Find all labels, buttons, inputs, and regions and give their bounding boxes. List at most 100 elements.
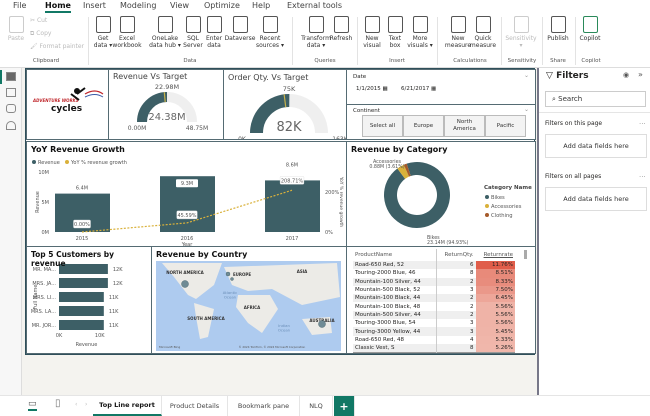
menu-view[interactable]: View (170, 1, 189, 10)
sensitivity-button[interactable]: Sensitivity ▾ (505, 16, 537, 49)
menu-modeling[interactable]: Modeling (120, 1, 156, 10)
table-cell: 3 (435, 285, 476, 295)
refresh-button[interactable]: Refresh (325, 16, 357, 42)
add-page-button[interactable]: + (334, 396, 355, 416)
table-cell: 5.33% (475, 335, 515, 344)
eye-icon[interactable]: ◉ (623, 71, 629, 79)
more-options-icon[interactable]: ... (639, 171, 646, 179)
menu-optimize[interactable]: Optimize (204, 1, 240, 10)
tab-bookmark-pane[interactable]: Bookmark pane (228, 396, 300, 416)
gauge-min-label: 0.00M (128, 125, 147, 132)
map-label: EUROPE (233, 272, 251, 277)
this-page-drop-zone[interactable]: Add data fields here (545, 134, 647, 158)
table-row[interactable]: Road-650 Red, 48 4 5.33% (353, 335, 515, 344)
revenue-bubble (318, 320, 326, 328)
slicer-option-select-all[interactable]: Select all (362, 115, 403, 137)
revenue-by-category-chart[interactable]: Revenue by Category Accessories 0.88M (3.… (346, 141, 536, 247)
table-row[interactable]: Touring-2000 Blue, 46 8 8.51% (353, 269, 515, 278)
mobile-layout-icon[interactable]: ▯ (55, 398, 61, 409)
map[interactable]: NORTH AMERICA EUROPEASIAAtlanticOceanAFRI… (152, 247, 347, 354)
button-label: Get data ▾ (93, 35, 113, 49)
combo-chart: Revenue YoY % revenue growth 0M 5M 10M 0% 200%… (32, 160, 344, 246)
total-cell: 1772 (435, 352, 476, 353)
publish-button[interactable]: Publish (542, 16, 574, 42)
all-pages-drop-zone[interactable]: Add data fields here (545, 187, 647, 211)
chart-title: Revenue by Category (351, 145, 448, 154)
new-icon (450, 16, 466, 33)
cut-button[interactable]: ✂ Cut (30, 17, 47, 24)
column-header[interactable]: Returnrate (476, 249, 515, 261)
table-row[interactable]: Touring-3000 Yellow, 44 3 5.45% (353, 327, 515, 336)
collapse-icon[interactable]: » (638, 70, 643, 79)
table-row[interactable]: Mountain-500 Black, 52 3 7.50% (353, 285, 515, 295)
copilot-button[interactable]: Copilot (574, 16, 606, 42)
tab-product-details[interactable]: Product Details (162, 396, 228, 416)
table-row[interactable]: Mountain-100 Black, 48 2 5.56% (353, 302, 515, 311)
date-from-input[interactable]: 1/1/2015 ▦ (356, 86, 388, 92)
format-painter-button[interactable]: 🖌 Format painter (30, 43, 84, 50)
slicer-option-pacific[interactable]: Pacific (485, 115, 526, 137)
top-5-customers-chart[interactable]: Top 5 Customers by revenue MR. MA... 12K M… (26, 246, 152, 354)
date-slicer[interactable]: Date ⌄ 1/1/2015 ▦ 6/21/2017 ▦ (346, 69, 536, 105)
scrollbar[interactable] (524, 250, 527, 259)
report-view-icon[interactable] (6, 72, 16, 81)
table-row[interactable]: Touring-3000 Blue, 54 3 5.56% (353, 319, 515, 328)
text-icon (387, 16, 403, 33)
filter-search-input[interactable]: ⌕ Search (545, 91, 646, 107)
table-row[interactable]: Mountain-100 Silver, 44 2 8.33% (353, 277, 515, 286)
slicer-option-north-america[interactable]: North America (444, 115, 485, 137)
chevron-down-icon[interactable]: ⌄ (524, 72, 529, 79)
slicer-option-europe[interactable]: Europe (403, 115, 444, 137)
menu-external-tools[interactable]: External tools (287, 1, 342, 10)
menu-home[interactable]: Home (45, 1, 71, 13)
table-row[interactable]: Mountain-100 Black, 44 2 6.45% (353, 294, 515, 303)
quick-button[interactable]: Quick measure (467, 16, 499, 49)
table-row[interactable]: Classic Vest, S 8 5.26% (353, 343, 515, 353)
dax-query-view-icon[interactable] (6, 121, 16, 130)
recent-button[interactable]: Recent sources ▾ (254, 16, 286, 49)
table-cell: 2 (435, 310, 476, 320)
table-row[interactable]: Road-650 Red, 52 6 11.76% (353, 261, 515, 270)
svg-text:ADVENTURE WORKS: ADVENTURE WORKS (32, 98, 79, 103)
yoy-revenue-growth-chart[interactable]: YoY Revenue Growth Revenue YoY % revenue … (26, 141, 347, 247)
revenue-vs-target-gauge[interactable]: Revenue Vs Target 22.98M 24.38M 0.00M 48.75… (108, 69, 224, 140)
menu-insert[interactable]: Insert (83, 1, 106, 10)
scroll-right-icon[interactable]: › (85, 401, 87, 408)
bar-data-label: 11K (109, 323, 119, 329)
onelake-icon (157, 16, 173, 33)
scroll-left-icon[interactable]: ‹ (75, 401, 77, 408)
donut-slice-bikes (384, 162, 450, 228)
table-cell: Mountain-500 Silver, 44 (355, 311, 421, 318)
more-options-icon[interactable]: ... (639, 118, 646, 126)
table-cell: Mountain-100 Silver, 44 (355, 278, 421, 285)
menu-help[interactable]: Help (252, 1, 270, 10)
copy-button[interactable]: ⧉ Copy (30, 30, 51, 38)
logo-visual[interactable]: ADVENTURE WORKS cycles (26, 69, 109, 140)
excel-button[interactable]: Excel workbook (111, 16, 143, 49)
date-to-input[interactable]: 6/21/2017 ▦ (401, 86, 436, 92)
column-header[interactable]: ProductName (353, 249, 436, 261)
y-tick-label: 0M (42, 230, 50, 236)
column-header[interactable]: ReturnQty. (435, 249, 476, 261)
revenue-by-country-map[interactable]: Revenue by Country NORTH AMERICA EUROPE AS… (151, 246, 347, 354)
accessories-data-label: 0.88M (3.61%) (369, 164, 404, 170)
model-view-icon[interactable] (6, 104, 16, 113)
desktop-layout-icon[interactable]: ▭ (28, 399, 37, 411)
menu-file[interactable]: File (13, 1, 26, 10)
revenue-bubble (181, 280, 189, 288)
returns-table[interactable]: ProductName ReturnQty. Returnrate Road-650 … (346, 246, 536, 354)
table-cell: Mountain-500 Black, 52 (355, 287, 421, 294)
table-cell: 2 (435, 277, 476, 286)
yoy-data-label: 0.00% (74, 222, 90, 228)
chevron-down-icon[interactable]: ⌄ (524, 106, 529, 113)
table-cell: Mountain-100 Black, 44 (355, 295, 421, 302)
continent-slicer[interactable]: Continent ⌄ Select all Europe North Amer… (346, 104, 536, 140)
more-button[interactable]: More visuals ▾ (404, 16, 436, 49)
tab-nlq[interactable]: NLQ (300, 396, 333, 416)
tab-top-line-report[interactable]: Top Line report (93, 396, 162, 416)
paste-button[interactable]: Paste (6, 16, 26, 42)
order-qty-vs-target-gauge[interactable]: Order Qty. Vs Target 75K 82K 0K 163K (223, 69, 347, 140)
table-view-icon[interactable] (6, 88, 16, 97)
dataverse-button[interactable]: Dataverse (224, 16, 256, 42)
table-row[interactable]: Mountain-500 Silver, 44 2 5.56% (353, 310, 515, 320)
